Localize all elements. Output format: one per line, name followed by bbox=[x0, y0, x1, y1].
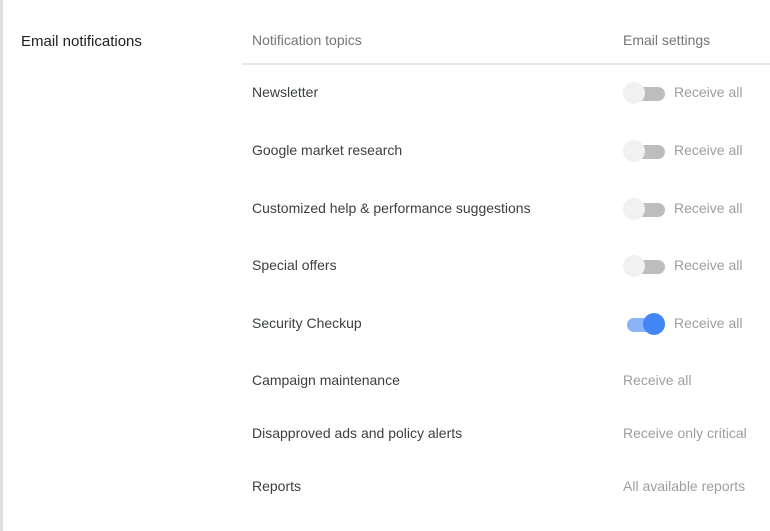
notification-row: Customized help & performance suggestion… bbox=[252, 198, 770, 220]
left-border bbox=[0, 0, 3, 531]
receive-all-toggle[interactable] bbox=[623, 82, 667, 104]
receive-all-toggle[interactable] bbox=[623, 140, 667, 162]
notification-row: Campaign maintenance Receive all bbox=[252, 370, 770, 390]
section-title: Email notifications bbox=[21, 33, 142, 50]
notification-row: Special offers Receive all bbox=[252, 255, 770, 277]
topic-label: Reports bbox=[252, 478, 302, 494]
setting-label: Receive all bbox=[674, 315, 743, 331]
setting-label: Receive all bbox=[674, 257, 743, 273]
topic-label: Campaign maintenance bbox=[252, 372, 400, 388]
topic-label: Special offers bbox=[252, 257, 337, 273]
toggle-knob bbox=[623, 140, 645, 162]
notification-row: Reports All available reports bbox=[252, 476, 770, 496]
receive-all-toggle[interactable] bbox=[623, 255, 667, 277]
toggle-knob bbox=[623, 255, 645, 277]
header-settings: Email settings bbox=[623, 32, 711, 48]
topic-label: Google market research bbox=[252, 142, 403, 158]
toggle-knob bbox=[643, 313, 665, 335]
notification-row: Newsletter Receive all bbox=[252, 82, 770, 104]
notification-row: Security Checkup Receive all bbox=[252, 313, 770, 335]
toggle-knob bbox=[623, 82, 645, 104]
setting-label: Receive all bbox=[623, 372, 692, 388]
setting-label: Receive only critical bbox=[623, 425, 747, 441]
notification-row: Disapproved ads and policy alerts Receive… bbox=[252, 423, 770, 443]
toggle-knob bbox=[623, 198, 645, 220]
topic-label: Customized help & performance suggestion… bbox=[252, 200, 531, 216]
topic-label: Security Checkup bbox=[252, 315, 362, 331]
setting-label: Receive all bbox=[674, 200, 743, 216]
setting-label: Receive all bbox=[674, 84, 743, 100]
header-topics: Notification topics bbox=[252, 32, 362, 48]
setting-label: All available reports bbox=[623, 478, 746, 494]
setting-label: Receive all bbox=[674, 142, 743, 158]
receive-all-toggle[interactable] bbox=[623, 198, 667, 220]
topic-label: Disapproved ads and policy alerts bbox=[252, 425, 463, 441]
notification-row: Google market research Receive all bbox=[252, 140, 770, 162]
header-divider bbox=[242, 63, 770, 65]
receive-all-toggle[interactable] bbox=[623, 313, 667, 335]
topic-label: Newsletter bbox=[252, 84, 319, 100]
